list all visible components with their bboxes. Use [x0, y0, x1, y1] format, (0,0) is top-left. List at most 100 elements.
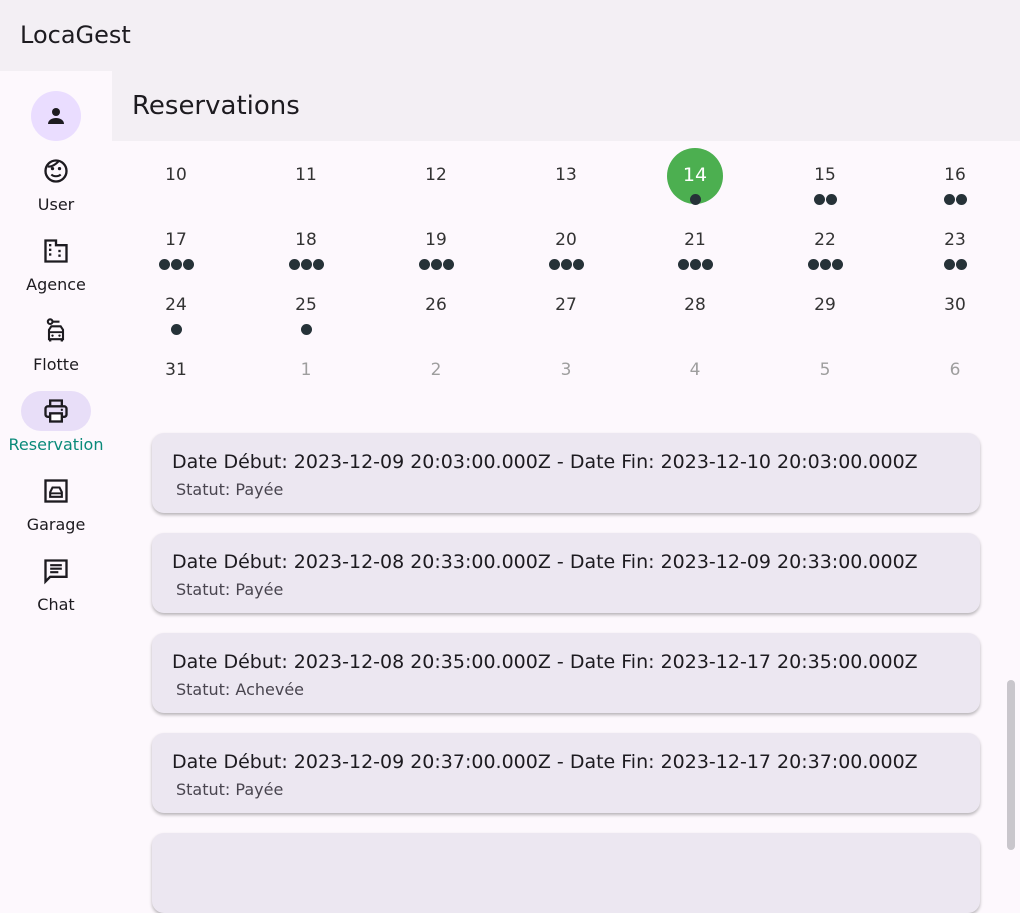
calendar-day[interactable]: 27	[516, 271, 616, 331]
printer-icon	[42, 397, 70, 425]
event-dot	[170, 324, 182, 335]
event-dot	[300, 324, 312, 335]
calendar-day[interactable]: 10	[126, 141, 226, 201]
event-dot	[158, 259, 170, 270]
event-dot	[825, 194, 837, 205]
reservation-card[interactable]: Date Début: 2023-12-09 20:37:00.000Z - D…	[152, 733, 980, 813]
calendar-day-number: 17	[165, 230, 187, 250]
calendar-day[interactable]: 19	[386, 206, 486, 270]
reservation-card[interactable]: Date Début: 2023-12-08 20:35:00.000Z - D…	[152, 633, 980, 713]
calendar-day[interactable]: 21	[645, 206, 745, 270]
calendar-day[interactable]: 13	[516, 141, 616, 201]
event-markers	[905, 259, 1005, 271]
calendar-day[interactable]: 4	[645, 336, 745, 396]
person-icon	[44, 104, 68, 128]
calendar-day[interactable]: 18	[256, 206, 356, 270]
calendar-day[interactable]: 26	[386, 271, 486, 331]
calendar-day-number: 18	[295, 230, 317, 250]
event-markers	[516, 259, 616, 271]
calendar-day-number: 29	[814, 295, 836, 315]
event-markers	[775, 194, 875, 206]
calendar-day-number: 3	[560, 360, 572, 380]
reservation-card[interactable]: Date Début: 2023-12-08 20:33:00.000Z - D…	[152, 533, 980, 613]
page-title: Reservations	[132, 91, 300, 121]
event-dot	[943, 259, 955, 270]
calendar-day-number: 4	[689, 360, 701, 380]
calendar-day[interactable]: 1	[256, 336, 356, 396]
rail-item-agence[interactable]: Agence	[0, 231, 112, 311]
rail-item-indicator	[21, 391, 91, 431]
event-dot	[430, 259, 442, 270]
calendar-day[interactable]: 15	[775, 141, 875, 205]
calendar-day-number: 27	[555, 295, 577, 315]
rail-item-user[interactable]: User	[0, 151, 112, 231]
calendar-day[interactable]: 25	[256, 271, 356, 335]
calendar-day-number: 20	[555, 230, 577, 250]
calendar-day-number: 6	[949, 360, 961, 380]
calendar-day[interactable]: 30	[905, 271, 1005, 331]
page-header: Reservations	[112, 71, 1020, 141]
calendar-day-number: 5	[819, 360, 831, 380]
reservation-status: Statut: Payée	[176, 580, 284, 599]
reservation-dates: Date Début: 2023-12-08 20:33:00.000Z - D…	[172, 551, 918, 573]
calendar-day[interactable]: 16	[905, 141, 1005, 205]
calendar-day-number: 16	[944, 165, 966, 185]
event-dot	[689, 259, 701, 270]
calendar-day[interactable]: 17	[126, 206, 226, 270]
garage-icon	[42, 477, 70, 505]
event-markers	[256, 324, 356, 336]
event-dot	[955, 194, 967, 205]
event-dot	[288, 259, 300, 270]
app-bar: LocaGest	[0, 0, 1020, 71]
calendar-day[interactable]: 3	[516, 336, 616, 396]
calendar-day[interactable]: 5	[775, 336, 875, 396]
calendar-day[interactable]: 11	[256, 141, 356, 201]
calendar-day[interactable]: 22	[775, 206, 875, 270]
reservation-card[interactable]	[152, 833, 980, 913]
calendar-day[interactable]: 23	[905, 206, 1005, 270]
event-dot	[689, 194, 701, 205]
calendar-day[interactable]: 2	[386, 336, 486, 396]
rail-item-indicator	[21, 551, 91, 591]
rail-item-flotte[interactable]: Flotte	[0, 311, 112, 391]
calendar-day[interactable]: 24	[126, 271, 226, 335]
calendar-grid: 10 11 12 13 14 15 16 17 18 19 20 21 22 23 24 25 26 27 28 29…	[112, 141, 1020, 401]
face-icon	[42, 157, 70, 185]
event-dot	[831, 259, 843, 270]
rail-item-label: Reservation	[8, 435, 104, 454]
event-dot	[572, 259, 584, 270]
rail-item-label: Garage	[26, 515, 86, 534]
calendar-day[interactable]: 12	[386, 141, 486, 201]
calendar-day-number: 12	[425, 165, 447, 185]
building-icon	[42, 237, 70, 265]
calendar-day[interactable]: 14	[645, 141, 745, 205]
scrollbar[interactable]	[1007, 680, 1015, 850]
rail-item-chat[interactable]: Chat	[0, 551, 112, 631]
rail-item-indicator	[21, 151, 91, 191]
calendar-day-number: 1	[300, 360, 312, 380]
profile-avatar[interactable]	[31, 91, 81, 141]
calendar-day-number: 23	[944, 230, 966, 250]
calendar-day-number: 19	[425, 230, 447, 250]
reservation-card[interactable]: Date Début: 2023-12-09 20:03:00.000Z - D…	[152, 433, 980, 513]
calendar-day[interactable]: 29	[775, 271, 875, 331]
event-dot	[819, 259, 831, 270]
event-dot	[701, 259, 713, 270]
calendar-day-number: 13	[555, 165, 577, 185]
reservation-dates: Date Début: 2023-12-09 20:03:00.000Z - D…	[172, 451, 918, 473]
calendar-day-number: 31	[165, 360, 187, 380]
calendar-day[interactable]: 31	[126, 336, 226, 396]
event-dot	[170, 259, 182, 270]
event-dot	[943, 194, 955, 205]
rail-item-reservation[interactable]: Reservation	[0, 391, 112, 471]
event-dot	[807, 259, 819, 270]
calendar-day-number: 28	[684, 295, 706, 315]
calendar-day-number: 25	[295, 295, 317, 315]
rail-item-garage[interactable]: Garage	[0, 471, 112, 551]
calendar-day[interactable]: 6	[905, 336, 1005, 396]
calendar-day-number: 26	[425, 295, 447, 315]
calendar-day[interactable]: 20	[516, 206, 616, 270]
rail-item-label: Agence	[26, 275, 86, 294]
calendar-day[interactable]: 28	[645, 271, 745, 331]
calendar-day-number: 11	[295, 165, 317, 185]
